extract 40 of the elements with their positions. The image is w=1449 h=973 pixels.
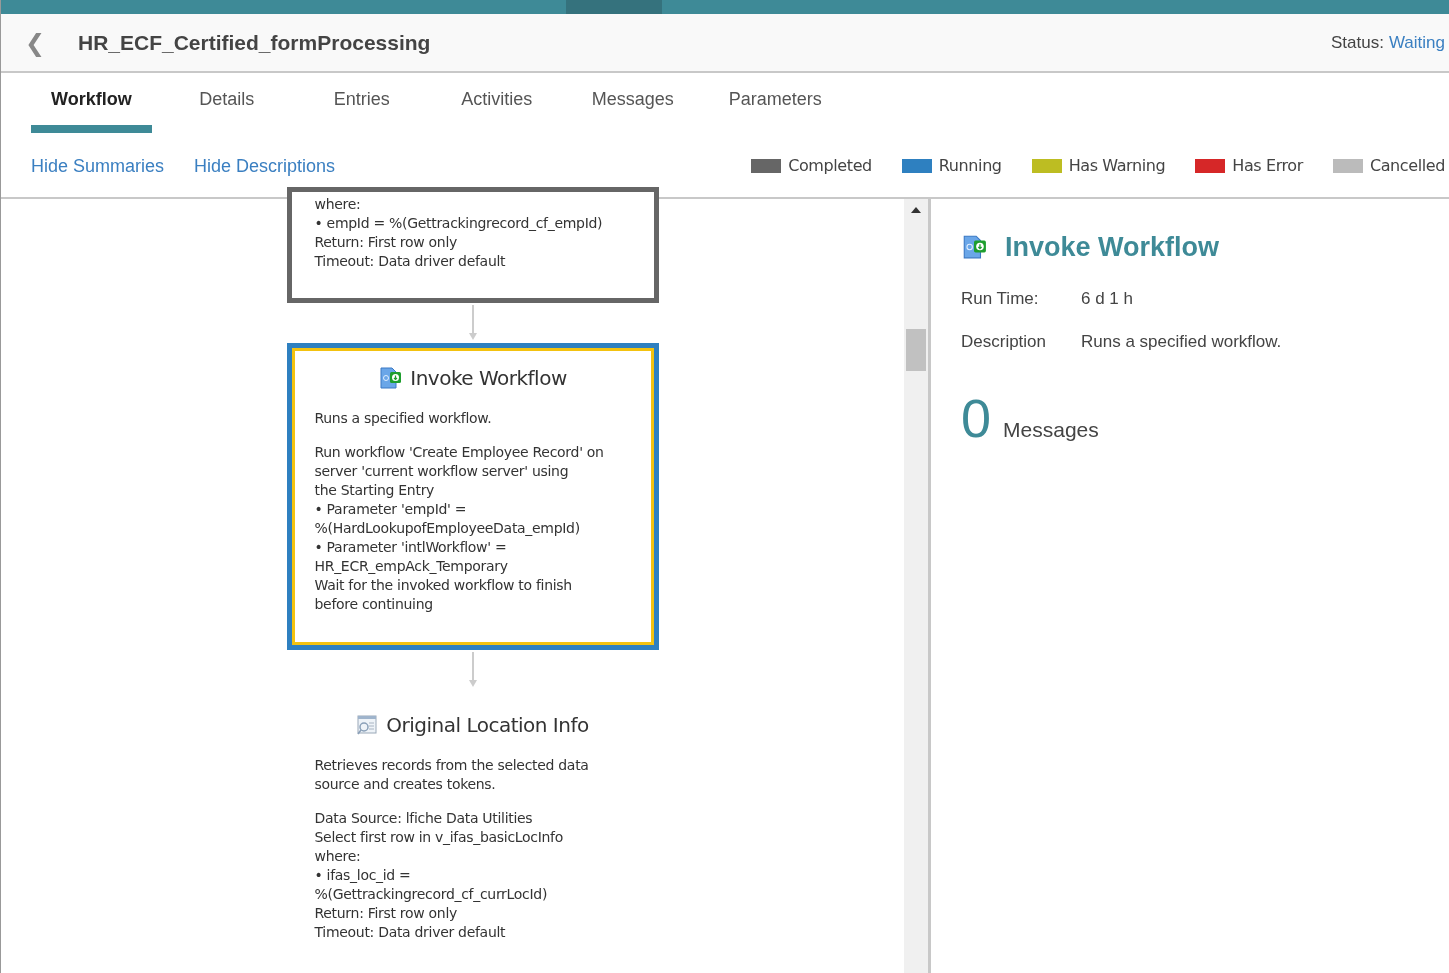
step-description: Run workflow 'Create Employee Record' on server 'current workflow server' using the Starting Entry • Parameter 'empId' = %(HardLookupofEmployeeData_empId) • Parameter 'intlWorkflow' = HR_ECR_empAck_Temporary Wait for the invoked workflow to finish before continuing — [314, 443, 605, 614]
tab[interactable]: Workflow — [31, 73, 152, 133]
status-value: Waiting — [1388, 31, 1445, 54]
toggle-link[interactable]: Hide Summaries — [31, 152, 165, 180]
status-label: Status: — [1331, 31, 1384, 54]
scrollbar[interactable] — [904, 199, 928, 973]
messages-label: Messages — [1003, 416, 1099, 443]
workflow-step-card[interactable]: where: • empId = %(Gettrackingrecord_cf_empId) Return: First row only Timeout: Data driver default — [286, 187, 659, 303]
legend-label: Has Error — [1232, 155, 1303, 177]
tab[interactable]: Entries — [301, 73, 422, 133]
step-description: Runs a specified workflow. — [314, 409, 493, 428]
tab[interactable]: Details — [166, 73, 287, 133]
workflow-document-icon — [378, 366, 403, 390]
step-description: Retrieves records from the selected data source and creates tokens. — [314, 756, 590, 794]
legend-label: Has Warning — [1068, 155, 1166, 177]
step-description: where: • empId = %(Gettrackingrecord_cf_empId) Return: First row only Timeout: Data driver default — [314, 195, 604, 271]
details-title: Invoke Workflow — [1005, 231, 1220, 264]
query-window-icon — [356, 714, 379, 736]
message-count: 0 — [961, 390, 992, 445]
legend-label: Cancelled — [1369, 155, 1445, 177]
scrollbar-thumb[interactable] — [906, 329, 926, 371]
field-label: Description — [961, 331, 1048, 353]
workflow-document-icon — [961, 234, 987, 261]
step-title: Original Location Info — [386, 712, 589, 739]
field-label: Run Time: — [961, 287, 1040, 310]
tab[interactable]: Parameters — [708, 73, 842, 133]
toggle-link[interactable]: Hide Descriptions — [194, 152, 336, 180]
step-description: Data Source: lfiche Data Utilities Select first row in v_ifas_basicLocInfo where: • ifas_loc_id = %(Gettrackingrecord_cf_currLocId) Return: First row only Timeout: Data driver default — [314, 809, 564, 942]
workflow-title: HR_ECF_Certified_formProcessing — [78, 29, 431, 56]
connector-arrow — [467, 652, 478, 688]
legend-label: Running — [938, 155, 1002, 177]
field-value: Runs a specified workflow. — [1081, 331, 1282, 353]
connector-arrow — [467, 305, 478, 341]
tab[interactable]: Activities — [436, 73, 557, 133]
scroll-up-icon[interactable] — [911, 207, 921, 213]
workflow-step-card[interactable] — [286, 343, 659, 650]
legend-label: Completed — [788, 155, 872, 177]
tab[interactable]: Messages — [571, 73, 694, 133]
step-title: Invoke Workflow — [410, 365, 567, 392]
field-value: 6 d 1 h — [1081, 287, 1133, 310]
